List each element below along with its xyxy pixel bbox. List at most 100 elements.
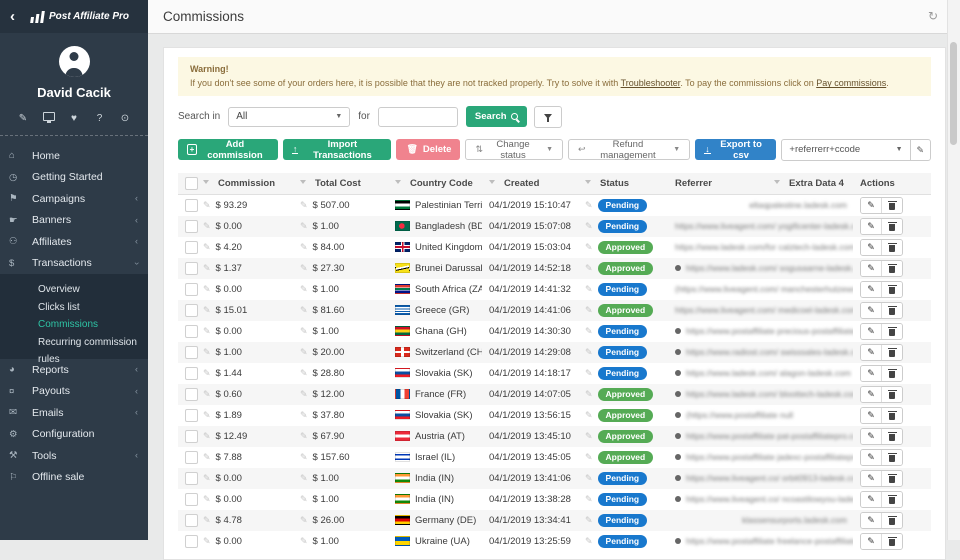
- pencil-icon[interactable]: ✎: [17, 113, 29, 125]
- column-preset-select[interactable]: +referrerr+ccode ▼: [782, 144, 909, 155]
- change-status-button[interactable]: ⇅ Change status ▼: [465, 139, 563, 160]
- edit-inline-icon[interactable]: ✎: [203, 263, 211, 274]
- edit-inline-icon[interactable]: ✎: [300, 221, 308, 232]
- edit-inline-icon[interactable]: ✎: [203, 410, 211, 421]
- sidebar-item-payouts[interactable]: ¤Payouts‹: [0, 381, 148, 403]
- edit-inline-icon[interactable]: ✎: [203, 389, 211, 400]
- search-field-select[interactable]: All ▼: [228, 107, 350, 127]
- edit-button[interactable]: ✎: [861, 387, 881, 402]
- row-checkbox[interactable]: [185, 493, 198, 506]
- edit-button[interactable]: ✎: [861, 366, 881, 381]
- edit-inline-icon[interactable]: ✎: [300, 263, 308, 274]
- avatar[interactable]: [59, 46, 90, 77]
- delete-row-button[interactable]: [881, 366, 902, 381]
- edit-button[interactable]: ✎: [861, 303, 881, 318]
- sort-icon[interactable]: [774, 180, 780, 184]
- scrollbar-thumb[interactable]: [950, 42, 957, 145]
- edit-status-icon[interactable]: ✎: [585, 326, 593, 337]
- row-checkbox[interactable]: [185, 262, 198, 275]
- edit-status-icon[interactable]: ✎: [585, 242, 593, 253]
- edit-status-icon[interactable]: ✎: [585, 452, 593, 463]
- row-checkbox[interactable]: [185, 325, 198, 338]
- edit-inline-icon[interactable]: ✎: [203, 431, 211, 442]
- edit-status-icon[interactable]: ✎: [585, 473, 593, 484]
- row-checkbox[interactable]: [185, 409, 198, 422]
- delete-row-button[interactable]: [881, 282, 902, 297]
- edit-button[interactable]: ✎: [861, 219, 881, 234]
- delete-button[interactable]: 🗑︎ Delete: [396, 139, 460, 160]
- sidebar-item-banners[interactable]: ☛Banners‹: [0, 210, 148, 232]
- sidebar-item-affiliates[interactable]: ⚇Affiliates‹: [0, 231, 148, 253]
- delete-row-button[interactable]: [881, 429, 902, 444]
- delete-row-button[interactable]: [881, 345, 902, 360]
- edit-inline-icon[interactable]: ✎: [300, 410, 308, 421]
- submenu-item-recurring-commission-rules[interactable]: Recurring commission rules: [0, 334, 148, 352]
- sidebar-item-emails[interactable]: ✉Emails‹: [0, 402, 148, 424]
- edit-inline-icon[interactable]: ✎: [300, 515, 308, 526]
- heart-icon[interactable]: ♥: [68, 113, 80, 125]
- edit-inline-icon[interactable]: ✎: [300, 494, 308, 505]
- column-header-extra-data-4[interactable]: Extra Data 4: [767, 173, 853, 195]
- delete-row-button[interactable]: [881, 387, 902, 402]
- row-checkbox[interactable]: [185, 220, 198, 233]
- collapse-sidebar-icon[interactable]: ‹: [10, 0, 15, 33]
- edit-button[interactable]: ✎: [861, 450, 881, 465]
- sidebar-item-configuration[interactable]: ⚙Configuration: [0, 424, 148, 446]
- row-checkbox[interactable]: [185, 451, 198, 464]
- edit-inline-icon[interactable]: ✎: [203, 305, 211, 316]
- edit-inline-icon[interactable]: ✎: [203, 221, 211, 232]
- sidebar-item-tools[interactable]: ⚒Tools‹: [0, 445, 148, 467]
- delete-row-button[interactable]: [881, 534, 902, 549]
- edit-inline-icon[interactable]: ✎: [203, 347, 211, 358]
- edit-preset-button[interactable]: ✎: [910, 140, 930, 160]
- edit-button[interactable]: ✎: [861, 198, 881, 213]
- row-checkbox[interactable]: [185, 283, 198, 296]
- edit-status-icon[interactable]: ✎: [585, 410, 593, 421]
- export-csv-button[interactable]: ↓ Export to csv: [695, 139, 776, 160]
- edit-inline-icon[interactable]: ✎: [203, 368, 211, 379]
- edit-status-icon[interactable]: ✎: [585, 263, 593, 274]
- edit-button[interactable]: ✎: [861, 534, 881, 549]
- pay-commissions-link[interactable]: Pay commissions: [816, 78, 886, 88]
- add-commission-button[interactable]: + Add commission: [178, 139, 278, 160]
- help-icon[interactable]: ?: [94, 113, 106, 125]
- delete-row-button[interactable]: [881, 450, 902, 465]
- sidebar-item-transactions[interactable]: $Transactions‹: [0, 253, 148, 275]
- delete-row-button[interactable]: [881, 219, 902, 234]
- edit-inline-icon[interactable]: ✎: [300, 305, 308, 316]
- edit-status-icon[interactable]: ✎: [585, 347, 593, 358]
- row-checkbox[interactable]: [185, 346, 198, 359]
- edit-inline-icon[interactable]: ✎: [203, 242, 211, 253]
- sort-icon[interactable]: [585, 180, 591, 184]
- column-header-commission[interactable]: Commission: [178, 173, 293, 195]
- column-header-total-cost[interactable]: Total Cost: [293, 173, 388, 195]
- column-header-country-code[interactable]: Country Code: [388, 173, 482, 195]
- row-checkbox[interactable]: [185, 199, 198, 212]
- edit-inline-icon[interactable]: ✎: [203, 200, 211, 211]
- monitor-icon[interactable]: [43, 113, 55, 125]
- sort-icon[interactable]: [300, 180, 306, 184]
- refresh-icon[interactable]: ↻: [928, 0, 938, 33]
- edit-inline-icon[interactable]: ✎: [203, 494, 211, 505]
- edit-inline-icon[interactable]: ✎: [300, 473, 308, 484]
- edit-status-icon[interactable]: ✎: [585, 515, 593, 526]
- edit-status-icon[interactable]: ✎: [585, 305, 593, 316]
- sort-icon[interactable]: [489, 180, 495, 184]
- submenu-item-clicks-list[interactable]: Clicks list: [0, 299, 148, 317]
- edit-inline-icon[interactable]: ✎: [203, 326, 211, 337]
- edit-status-icon[interactable]: ✎: [585, 431, 593, 442]
- sort-icon[interactable]: [395, 180, 401, 184]
- page-scrollbar[interactable]: [947, 0, 960, 540]
- edit-inline-icon[interactable]: ✎: [300, 242, 308, 253]
- edit-status-icon[interactable]: ✎: [585, 368, 593, 379]
- edit-button[interactable]: ✎: [861, 324, 881, 339]
- edit-status-icon[interactable]: ✎: [585, 494, 593, 505]
- edit-inline-icon[interactable]: ✎: [300, 368, 308, 379]
- edit-inline-icon[interactable]: ✎: [300, 284, 308, 295]
- delete-row-button[interactable]: [881, 513, 902, 528]
- delete-row-button[interactable]: [881, 198, 902, 213]
- sidebar-item-campaigns[interactable]: ⚑Campaigns‹: [0, 188, 148, 210]
- edit-button[interactable]: ✎: [861, 261, 881, 276]
- edit-status-icon[interactable]: ✎: [585, 200, 593, 211]
- delete-row-button[interactable]: [881, 408, 902, 423]
